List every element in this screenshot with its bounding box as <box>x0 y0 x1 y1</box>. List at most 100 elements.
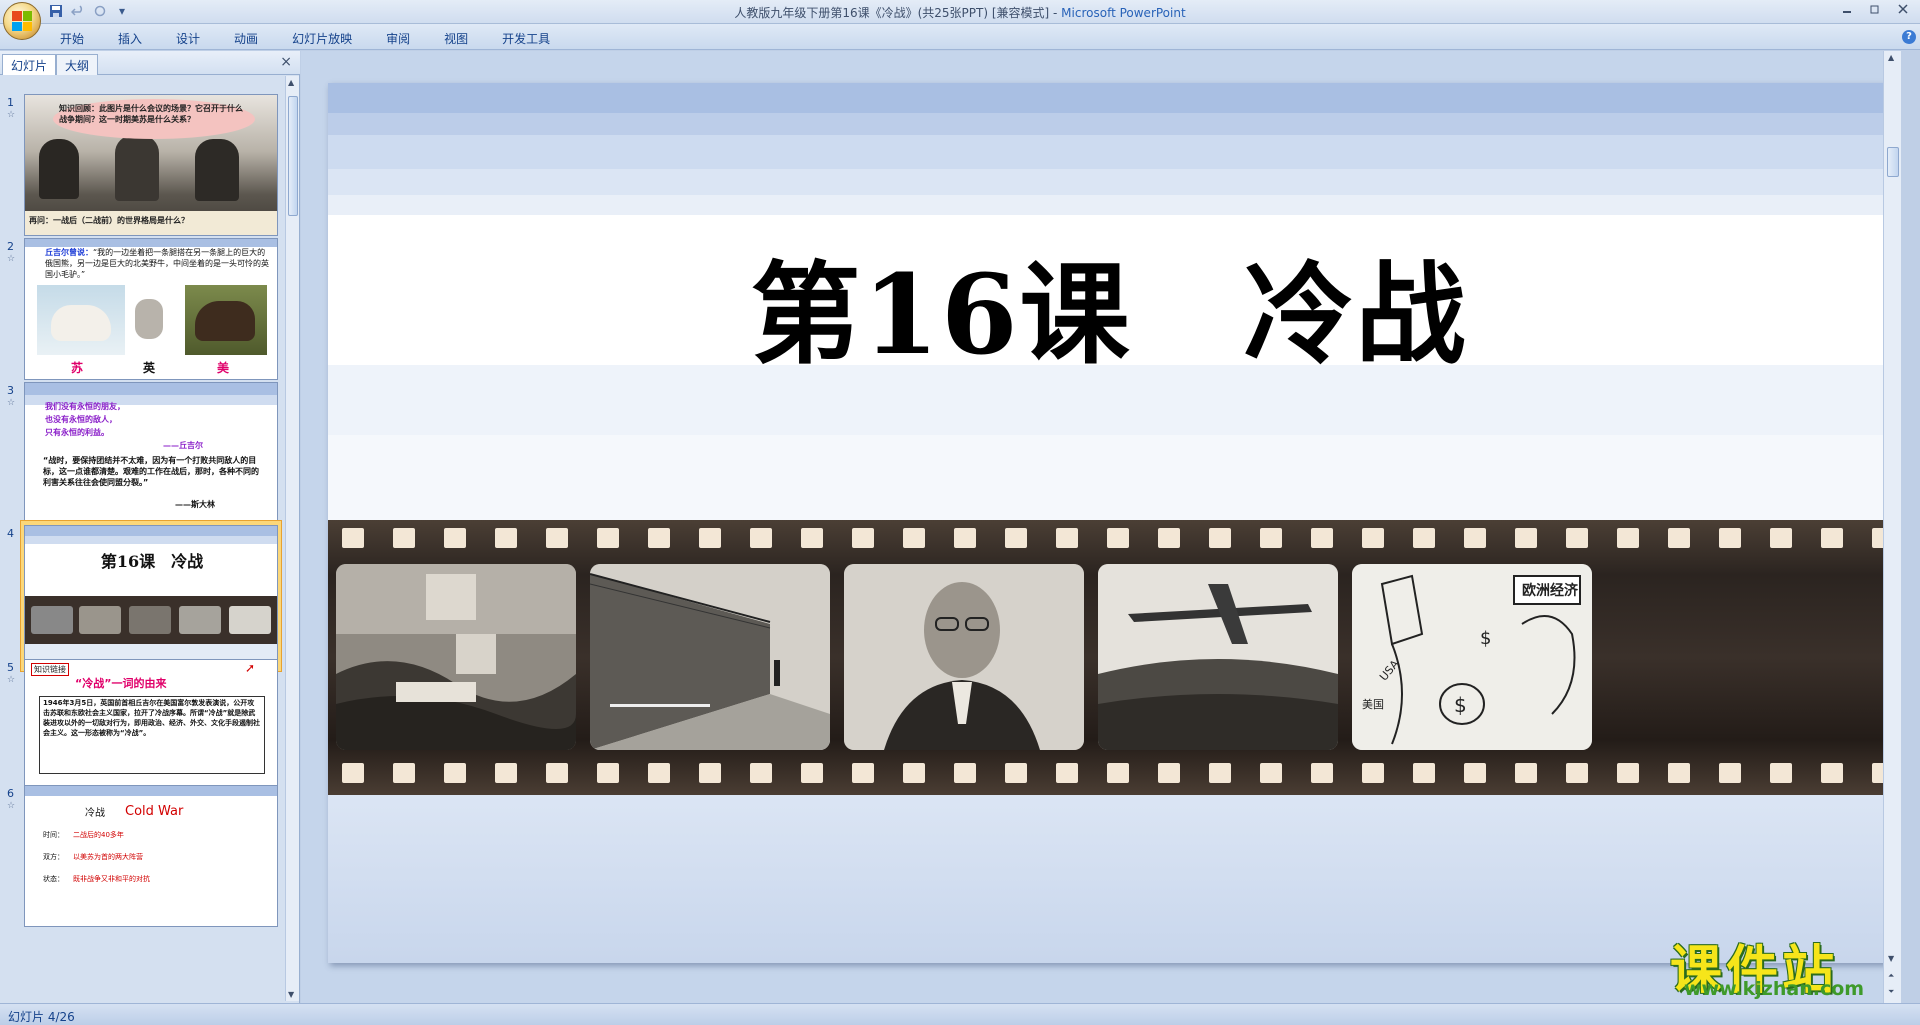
header-band <box>328 83 1890 113</box>
donkey-image <box>135 299 163 339</box>
film-sprocket <box>342 528 364 548</box>
row-key: 时间： <box>43 831 64 839</box>
berlin-wall-photo <box>590 564 830 750</box>
tab-slideshow[interactable]: 幻灯片放映 <box>290 30 368 47</box>
figure-roosevelt <box>115 135 159 201</box>
svg-text:$: $ <box>1454 693 1467 717</box>
film-sprocket <box>1515 763 1537 783</box>
thumb-label: 冷战 <box>85 808 105 819</box>
slide-scrollbar[interactable]: ▲ ▼ ⏶ ⏷ <box>1883 51 1901 1003</box>
animation-icon: ☆ <box>7 675 16 685</box>
film-sprocket <box>1260 763 1282 783</box>
current-slide[interactable]: 第16课 冷战 $ $ 欧洲经济 USA 美国 <box>328 83 1890 963</box>
film-sprocket <box>393 763 415 783</box>
thumb-line-1: 我们没有永恒的朋友， <box>45 402 125 411</box>
close-icon[interactable] <box>1890 0 1916 18</box>
film-sprocket <box>1464 528 1486 548</box>
film-sprocket <box>1821 528 1843 548</box>
scroll-up-icon[interactable]: ▲ <box>1888 53 1894 62</box>
polar-bear-image <box>37 285 125 355</box>
film-sprocket <box>597 528 619 548</box>
animation-icon: ☆ <box>7 110 16 120</box>
thumb-title: 第16课 冷战 <box>100 552 204 571</box>
header-band <box>25 526 277 536</box>
slide-title[interactable]: 第16课 冷战 <box>328 225 1890 385</box>
film-sprocket <box>393 528 415 548</box>
row-key: 双方： <box>43 853 64 861</box>
film-sprocket <box>444 763 466 783</box>
film-sprocket <box>1209 528 1231 548</box>
header-band <box>328 195 1890 215</box>
film-sprocket <box>1617 763 1639 783</box>
tab-design[interactable]: 设计 <box>174 30 216 47</box>
film-sprocket <box>1158 763 1180 783</box>
slide-thumbnail-3[interactable]: 我们没有永恒的朋友， 也没有永恒的敌人， 只有永恒的利益。 ——丘吉尔 “战时，… <box>24 382 278 524</box>
film-sprocket <box>1362 528 1384 548</box>
tab-animations[interactable]: 动画 <box>232 30 274 47</box>
tab-developer[interactable]: 开发工具 <box>500 30 566 47</box>
close-panel-icon[interactable]: × <box>280 54 292 70</box>
thumbnail-scrollbar[interactable]: ▲ ▼ <box>285 76 299 1001</box>
thumb-english: Cold War <box>125 804 184 819</box>
animation-icon: ☆ <box>7 801 16 811</box>
restore-icon[interactable] <box>1862 0 1888 18</box>
tab-home[interactable]: 开始 <box>58 30 100 47</box>
thumb-line-2: 也没有永恒的敌人， <box>45 415 117 424</box>
film-sprocket <box>648 528 670 548</box>
slide-counter: 幻灯片 4/26 <box>8 1010 75 1024</box>
scroll-thumb[interactable] <box>288 96 298 216</box>
slide-thumbnail-2[interactable]: 丘吉尔曾说：“我的一边坐着把一条腿搭在另一条腿上的巨大的俄国熊，另一边是巨大的北… <box>24 238 278 380</box>
slide-thumbnail-5[interactable]: 知识链接 ➚ “冷战”一词的由来 1946年3月5日，英国前首相丘吉尔在美国富尔… <box>24 659 278 801</box>
minimize-icon[interactable] <box>1834 0 1860 18</box>
header-band <box>25 239 277 247</box>
berlin-airlift-graphic <box>1098 564 1338 750</box>
slide-thumbnail-1[interactable]: 知识回顾：此图片是什么会议的场景？它召开于什么战争期间？这一时期美苏是什么关系？… <box>24 94 278 236</box>
slide-thumbnail-4[interactable]: 第16课 冷战 <box>24 525 278 667</box>
film-sprocket <box>1515 528 1537 548</box>
film-sprocket <box>852 763 874 783</box>
tab-outline[interactable]: 大纲 <box>56 54 99 75</box>
label-soviet: 苏 <box>71 361 84 375</box>
thumb-author-1: ——丘吉尔 <box>163 441 203 450</box>
congress-photo <box>336 564 576 750</box>
ribbon: 开始 插入 设计 动画 幻灯片放映 审阅 视图 开发工具 ? <box>0 24 1920 50</box>
film-sprocket <box>546 763 568 783</box>
help-icon[interactable]: ? <box>1902 30 1916 44</box>
film-sprocket <box>1158 528 1180 548</box>
film-sprocket <box>1668 528 1690 548</box>
header-band <box>25 536 277 544</box>
film-sprocket <box>648 763 670 783</box>
tab-review[interactable]: 审阅 <box>384 30 426 47</box>
scroll-thumb[interactable] <box>1887 147 1899 177</box>
bison-image <box>185 285 267 355</box>
scroll-down-icon[interactable]: ▼ <box>288 990 294 999</box>
thumb-author-2: ——斯大林 <box>175 500 215 509</box>
thumb-filmstrip <box>25 596 277 644</box>
thumb-quote: 丘吉尔曾说：“我的一边坐着把一条腿搭在另一条腿上的巨大的俄国熊，另一边是巨大的北… <box>45 247 271 280</box>
slide-thumbnail-6[interactable]: 冷战 Cold War 时间： 二战后的40多年 双方： 以美苏为首的两大阵营 … <box>24 785 278 927</box>
mid-band <box>328 435 1890 520</box>
film-sprocket <box>1566 763 1588 783</box>
film-sprocket <box>1056 528 1078 548</box>
scroll-up-icon[interactable]: ▲ <box>288 78 294 87</box>
truman-portrait-graphic <box>844 564 1084 750</box>
row-key: 状态： <box>43 875 64 883</box>
tab-view[interactable]: 视图 <box>442 30 484 47</box>
thumb-tag: 知识链接 <box>31 663 69 676</box>
film-sprocket <box>699 528 721 548</box>
tab-slides[interactable]: 幻灯片 <box>2 54 57 75</box>
truman-portrait <box>844 564 1084 750</box>
office-button[interactable] <box>3 2 41 40</box>
tab-insert[interactable]: 插入 <box>116 30 158 47</box>
header-band <box>328 113 1890 135</box>
film-sprocket <box>1362 763 1384 783</box>
film-sprocket <box>750 528 772 548</box>
status-bar: 幻灯片 4/26 <box>0 1003 1920 1025</box>
figure-stalin <box>195 139 239 201</box>
thumb-question: 知识回顾：此图片是什么会议的场景？它召开于什么战争期间？这一时期美苏是什么关系？ <box>59 104 243 124</box>
slides-panel: 幻灯片 大纲 × 1 ☆ 知识回顾：此图片是什么会议的场景？它召开于什么战争期间… <box>0 51 300 1003</box>
thumb-line-3: 只有永恒的利益。 <box>45 428 109 437</box>
header-band <box>328 135 1890 169</box>
thumb-heading: “冷战”一词的由来 <box>75 677 167 690</box>
app-name: Microsoft PowerPoint <box>1061 6 1186 20</box>
